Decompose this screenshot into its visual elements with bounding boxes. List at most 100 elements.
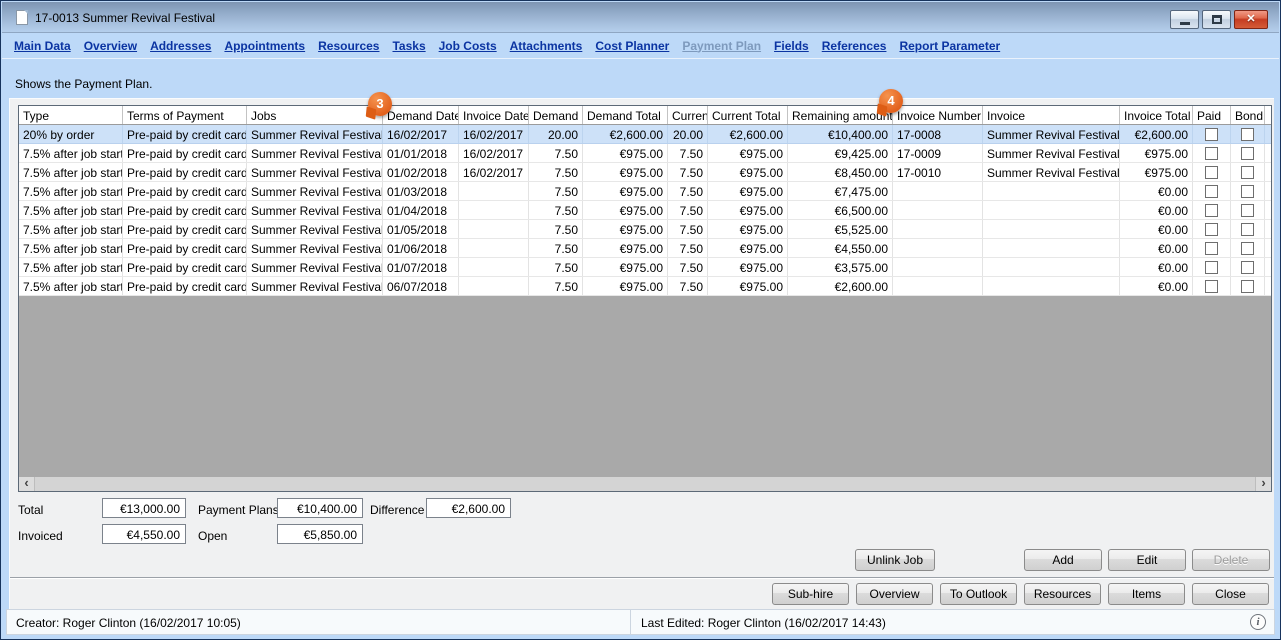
maximize-button[interactable]: [1202, 10, 1231, 29]
nav-link-payment-plan[interactable]: Payment Plan: [682, 39, 761, 53]
nav-link-main-data[interactable]: Main Data: [14, 39, 71, 53]
info-icon[interactable]: i: [1250, 614, 1266, 630]
application-window: 17-0013 Summer Revival Festival ✕ Main D…: [0, 0, 1281, 640]
table-row[interactable]: 7.5% after job startPre-paid by credit c…: [19, 277, 1271, 296]
bond-checkbox[interactable]: [1241, 166, 1254, 179]
table-row[interactable]: 7.5% after job startPre-paid by credit c…: [19, 182, 1271, 201]
horizontal-scrollbar[interactable]: ‹ ›: [19, 477, 1271, 491]
row-filler: [1265, 182, 1271, 200]
cell-jobs: Summer Revival Festival: [247, 220, 383, 238]
table-row[interactable]: 20% by orderPre-paid by credit cardSumme…: [19, 125, 1271, 144]
column-header-invoice[interactable]: Invoice: [983, 106, 1120, 124]
scroll-left-arrow-icon[interactable]: ‹: [19, 477, 34, 491]
nav-link-job-costs[interactable]: Job Costs: [439, 39, 497, 53]
payment-plans-field[interactable]: €10,400.00: [277, 498, 363, 518]
resources-button[interactable]: Resources: [1024, 583, 1101, 605]
nav-link-appointments[interactable]: Appointments: [224, 39, 305, 53]
overview-button[interactable]: Overview: [856, 583, 933, 605]
bond-checkbox[interactable]: [1241, 242, 1254, 255]
column-header-jobs[interactable]: Jobs: [247, 106, 383, 124]
nav-link-references[interactable]: References: [822, 39, 887, 53]
column-header-demand[interactable]: Demand: [529, 106, 583, 124]
cell-current-total: €975.00: [708, 220, 788, 238]
sub-hire-button[interactable]: Sub-hire: [772, 583, 849, 605]
close-button[interactable]: Close: [1192, 583, 1269, 605]
nav-link-addresses[interactable]: Addresses: [150, 39, 211, 53]
creator-status: Creator: Roger Clinton (16/02/2017 10:05…: [7, 610, 631, 634]
cell-current: 7.50: [668, 163, 708, 181]
table-row[interactable]: 7.5% after job startPre-paid by credit c…: [19, 144, 1271, 163]
paid-checkbox[interactable]: [1205, 280, 1218, 293]
minimize-button[interactable]: [1170, 10, 1199, 29]
table-row[interactable]: 7.5% after job startPre-paid by credit c…: [19, 220, 1271, 239]
cell-demand-date: 06/07/2018: [383, 277, 459, 295]
bond-checkbox[interactable]: [1241, 204, 1254, 217]
column-header-invoice-total[interactable]: Invoice Total: [1120, 106, 1193, 124]
cell-paid: [1193, 163, 1231, 181]
paid-checkbox[interactable]: [1205, 128, 1218, 141]
cell-invoice: Summer Revival Festival: [983, 144, 1120, 162]
bond-checkbox[interactable]: [1241, 261, 1254, 274]
column-header-invoice-number[interactable]: Invoice Number: [893, 106, 983, 124]
nav-link-fields[interactable]: Fields: [774, 39, 809, 53]
total-field[interactable]: €13,000.00: [102, 498, 186, 518]
column-header-filler: [1265, 106, 1271, 124]
column-header-bond[interactable]: Bond: [1231, 106, 1265, 124]
cell-invoice-number: 17-0008: [893, 125, 983, 143]
column-header-current-total[interactable]: Current Total: [708, 106, 788, 124]
to-outlook-button[interactable]: To Outlook: [940, 583, 1017, 605]
bond-checkbox[interactable]: [1241, 185, 1254, 198]
nav-link-resources[interactable]: Resources: [318, 39, 379, 53]
bond-checkbox[interactable]: [1241, 223, 1254, 236]
nav-link-overview[interactable]: Overview: [84, 39, 137, 53]
paid-checkbox[interactable]: [1205, 166, 1218, 179]
paid-checkbox[interactable]: [1205, 147, 1218, 160]
annotation-badge-4: 4: [879, 89, 903, 113]
table-row[interactable]: 7.5% after job startPre-paid by credit c…: [19, 163, 1271, 182]
cell-demand: 7.50: [529, 277, 583, 295]
column-header-paid[interactable]: Paid: [1193, 106, 1231, 124]
column-header-demand-total[interactable]: Demand Total: [583, 106, 668, 124]
open-field[interactable]: €5,850.00: [277, 524, 363, 544]
column-header-invoice-date[interactable]: Invoice Date: [459, 106, 529, 124]
table-row[interactable]: 7.5% after job startPre-paid by credit c…: [19, 201, 1271, 220]
items-button[interactable]: Items: [1108, 583, 1185, 605]
row-filler: [1265, 144, 1271, 162]
unlink-job-button[interactable]: Unlink Job: [855, 549, 935, 571]
row-filler: [1265, 277, 1271, 295]
scroll-right-arrow-icon[interactable]: ›: [1256, 477, 1271, 491]
paid-checkbox[interactable]: [1205, 242, 1218, 255]
nav-link-tasks[interactable]: Tasks: [392, 39, 425, 53]
close-window-button[interactable]: ✕: [1234, 10, 1268, 29]
invoiced-field[interactable]: €4,550.00: [102, 524, 186, 544]
column-header-current[interactable]: Current: [668, 106, 708, 124]
bond-checkbox[interactable]: [1241, 128, 1254, 141]
table-row[interactable]: 7.5% after job startPre-paid by credit c…: [19, 239, 1271, 258]
cell-current: 7.50: [668, 201, 708, 219]
column-header-demand-date[interactable]: Demand Date: [383, 106, 459, 124]
column-header-terms-of-payment[interactable]: Terms of Payment: [123, 106, 247, 124]
add-button[interactable]: Add: [1024, 549, 1102, 571]
edit-button[interactable]: Edit: [1108, 549, 1186, 571]
paid-checkbox[interactable]: [1205, 223, 1218, 236]
difference-field[interactable]: €2,600.00: [426, 498, 511, 518]
paid-checkbox[interactable]: [1205, 185, 1218, 198]
paid-checkbox[interactable]: [1205, 261, 1218, 274]
column-header-type[interactable]: Type: [19, 106, 123, 124]
nav-link-cost-planner[interactable]: Cost Planner: [595, 39, 669, 53]
cell-paid: [1193, 125, 1231, 143]
cell-invoice-total: €975.00: [1120, 163, 1193, 181]
cell-invoice-total: €0.00: [1120, 201, 1193, 219]
scrollbar-thumb[interactable]: [34, 477, 1256, 491]
cell-type: 20% by order: [19, 125, 123, 143]
bond-checkbox[interactable]: [1241, 280, 1254, 293]
cell-invoice-date: 16/02/2017: [459, 125, 529, 143]
cell-current-total: €975.00: [708, 163, 788, 181]
table-row[interactable]: 7.5% after job startPre-paid by credit c…: [19, 258, 1271, 277]
cell-current-total: €975.00: [708, 239, 788, 257]
paid-checkbox[interactable]: [1205, 204, 1218, 217]
nav-link-attachments[interactable]: Attachments: [510, 39, 583, 53]
bond-checkbox[interactable]: [1241, 147, 1254, 160]
cell-invoice: Summer Revival Festival: [983, 163, 1120, 181]
nav-link-report-parameter[interactable]: Report Parameter: [899, 39, 1000, 53]
